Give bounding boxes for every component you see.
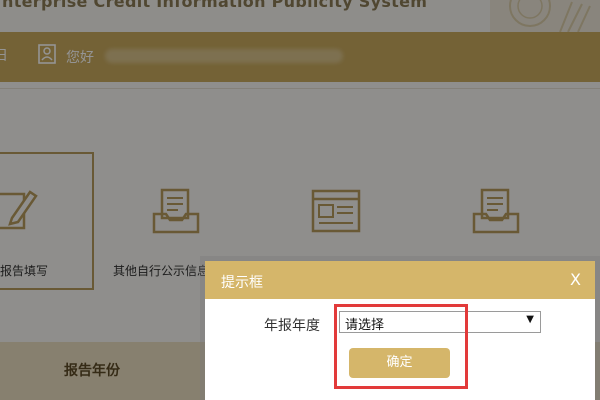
select-value: 请选择 (345, 318, 385, 333)
confirm-button[interactable]: 确定 (349, 348, 450, 378)
prompt-dialog: 提示框 X 年报年度 请选择 ▼ 确定 (205, 261, 595, 400)
close-button[interactable]: X (570, 270, 581, 289)
annual-report-year-label: 年报年度 (264, 318, 320, 334)
annual-report-year-select[interactable]: 请选择 ▼ (339, 311, 541, 333)
dialog-title: 提示框 (221, 275, 263, 291)
chevron-down-icon: ▼ (526, 314, 534, 325)
dialog-titlebar: 提示框 X (205, 261, 595, 299)
